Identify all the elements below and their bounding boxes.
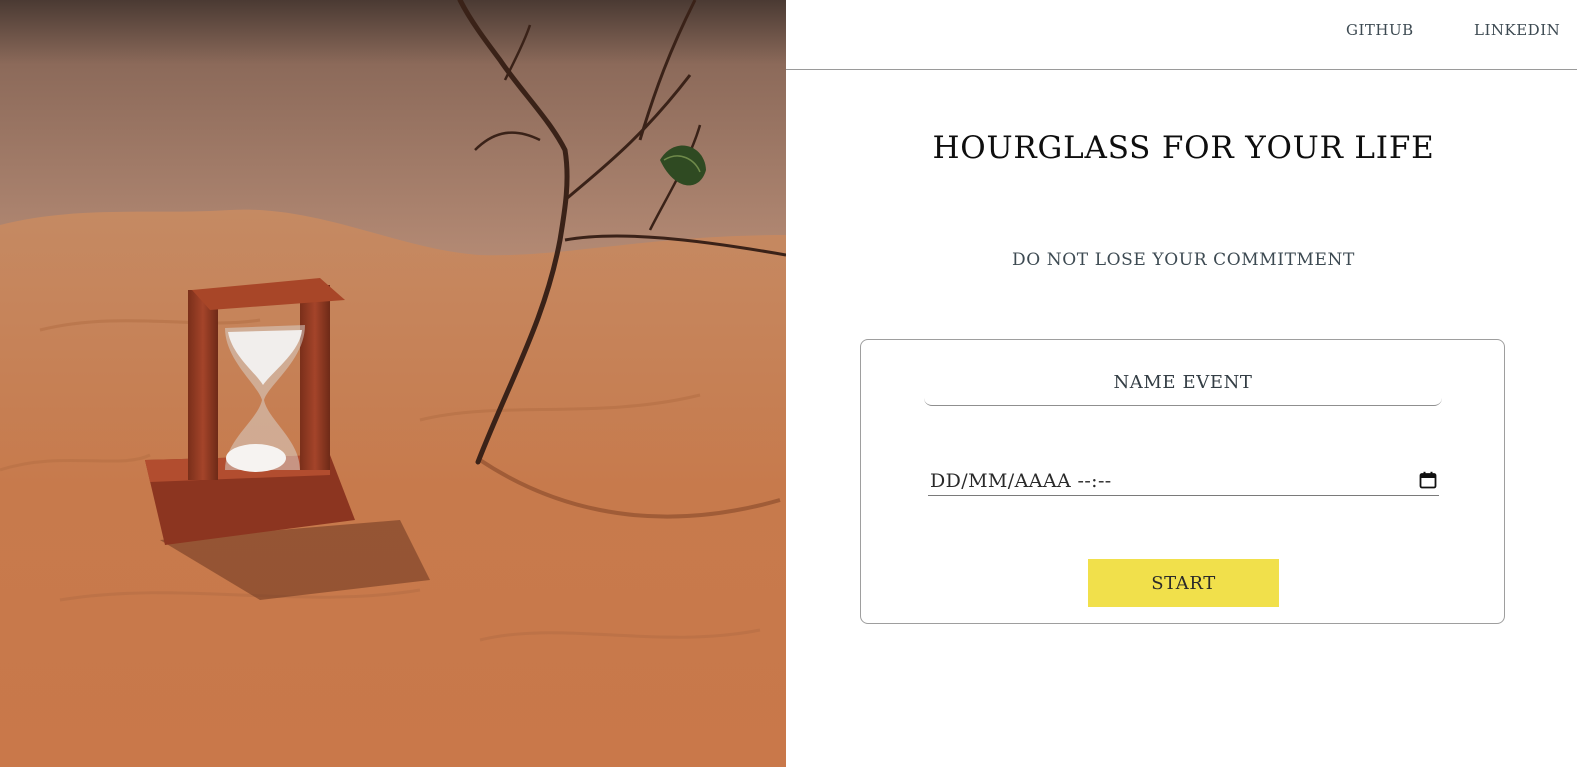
start-button[interactable]: START (1088, 559, 1279, 607)
top-nav: GITHUB LINKEDIN (786, 0, 1577, 70)
datetime-placeholder: DD/MM/AAAA --:-- (930, 470, 1112, 492)
page: GITHUB LINKEDIN HOURGLASS FOR YOUR LIFE … (0, 0, 1577, 771)
hero-photo (0, 0, 786, 767)
calendar-icon[interactable] (1419, 471, 1437, 489)
event-form-card: DD/MM/AAAA --:-- START (860, 339, 1505, 624)
github-link[interactable]: GITHUB (1346, 21, 1414, 39)
page-title: HOURGLASS FOR YOUR LIFE (932, 130, 1435, 166)
event-name-input[interactable] (924, 360, 1442, 406)
event-datetime-input[interactable]: DD/MM/AAAA --:-- (928, 467, 1439, 496)
page-subtitle: DO NOT LOSE YOUR COMMITMENT (1012, 250, 1355, 270)
linkedin-link[interactable]: LINKEDIN (1474, 21, 1560, 39)
